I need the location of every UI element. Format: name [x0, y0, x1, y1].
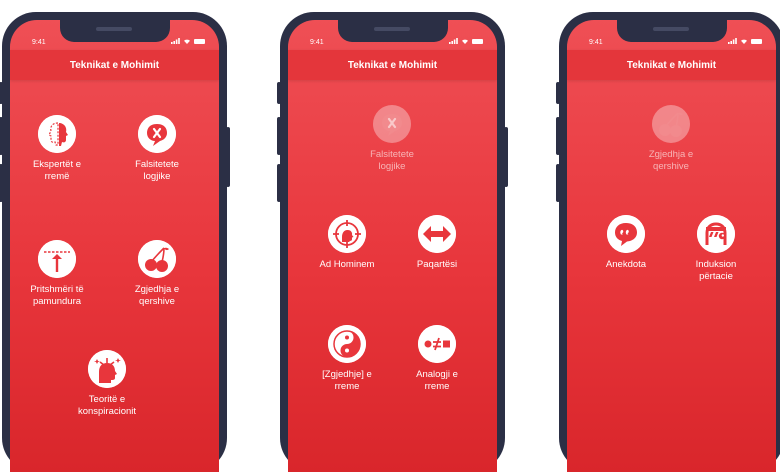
- status-time: 9:41: [310, 39, 324, 46]
- menu-item-label: [Zgjedhje] e: [322, 369, 372, 380]
- screen-cherry-picking: 9:41 Teknikat e Mohimit Zgjedhja e qershi…: [567, 20, 776, 472]
- menu-item-label: Paqartësi: [416, 259, 458, 270]
- menu-item-label: përtacie: [699, 271, 733, 282]
- status-icons: [449, 38, 483, 44]
- menu-item-slothful-induction[interactable]: Induksion përtacie: [676, 215, 756, 283]
- false-analogy-icon: [418, 325, 456, 363]
- status-icons: [171, 38, 205, 44]
- ambiguity-icon: [418, 215, 456, 253]
- wifi-icon: [462, 39, 468, 44]
- notch: [59, 20, 170, 42]
- menu-item-conspiracy-theories[interactable]: Teoritë e konspiracionit: [67, 350, 147, 418]
- cherry-picking-icon: [138, 240, 176, 278]
- header-title: Teknikat e Mohimit: [288, 50, 497, 80]
- slothful-induction-icon: [697, 215, 735, 253]
- signal-icon: [171, 38, 180, 44]
- menu-item-label: konspiracionit: [77, 406, 137, 417]
- menu-item-ambiguity[interactable]: Paqartësi: [397, 215, 477, 271]
- header-title: Teknikat e Mohimit: [567, 50, 776, 80]
- menu-item-label: Zgjedhja e: [648, 149, 694, 160]
- ad-hominem-icon: [328, 215, 366, 253]
- menu-item-cherry-picking[interactable]: Zgjedhja e qershive: [117, 240, 197, 308]
- battery-icon: [194, 38, 205, 44]
- screen-main-menu: 9:41 Teknikat e Mohimit Ekspertët e rremë: [10, 20, 219, 472]
- signal-icon: [449, 38, 458, 44]
- menu-item-label: Induksion: [695, 259, 737, 270]
- screen-logical-fallacies: 9:41 Teknikat e Mohimit Falsitetete logji…: [288, 20, 497, 472]
- menu-item-false-choice[interactable]: [Zgjedhje] e rreme: [307, 325, 387, 393]
- menu-item-label: Ad Hominem: [319, 259, 375, 270]
- menu-item-label: Analogji e: [416, 369, 458, 380]
- menu-item-fake-experts[interactable]: Ekspertët e rremë: [17, 115, 97, 183]
- phone-frame-2: 9:41 Teknikat e Mohimit Falsitetete logji…: [277, 12, 508, 472]
- yin-yang-icon: [328, 325, 366, 363]
- phone-frame-3: 9:41 Teknikat e Mohimit Zgjedhja e qershi…: [556, 12, 780, 472]
- menu-item-impossible-expectations[interactable]: Pritshmëri të pamundura: [17, 240, 97, 308]
- menu-item-label: rremë: [44, 171, 70, 182]
- menu-item-label: qershive: [139, 296, 175, 307]
- menu-item-label: Falsitetete: [370, 149, 414, 160]
- notch: [616, 20, 727, 42]
- impossible-expectations-icon: [38, 240, 76, 278]
- menu-item-label: Pritshmëri të: [30, 284, 84, 295]
- menu-item-label: Ekspertët e: [32, 159, 82, 170]
- header-title: Teknikat e Mohimit: [10, 50, 219, 80]
- selected-category-logical-fallacies[interactable]: Falsitetete logjike: [352, 105, 432, 173]
- status-time: 9:41: [32, 39, 46, 46]
- selected-category-cherry-picking[interactable]: Zgjedhja e qershive: [631, 105, 711, 173]
- logical-fallacy-icon: [373, 105, 411, 143]
- menu-item-label: Falsitetete: [135, 159, 179, 170]
- menu-item-label: Zgjedhja e: [134, 284, 180, 295]
- menu-item-anecdote[interactable]: Anekdota: [586, 215, 666, 271]
- menu-item-label: pamundura: [32, 296, 82, 307]
- menu-item-label: qershive: [653, 161, 689, 172]
- wifi-icon: [184, 39, 190, 44]
- menu-item-ad-hominem[interactable]: Ad Hominem: [307, 215, 387, 271]
- menu-item-label: logjike: [378, 161, 406, 172]
- fake-experts-icon: [38, 115, 76, 153]
- phone-frame-1: 9:41 Teknikat e Mohimit Ekspertët e rremë: [0, 12, 230, 472]
- menu-item-label: Anekdota: [605, 259, 647, 270]
- menu-item-label: Teoritë e: [88, 394, 126, 405]
- menu-item-label: rreme: [424, 381, 450, 392]
- battery-icon: [472, 38, 483, 44]
- anecdote-icon: [607, 215, 645, 253]
- notch: [337, 20, 448, 42]
- cherry-picking-icon: [652, 105, 690, 143]
- conspiracy-icon: [88, 350, 126, 388]
- menu-item-label: rreme: [334, 381, 360, 392]
- menu-item-label: logjike: [143, 171, 171, 182]
- signal-icon: [728, 38, 737, 44]
- logical-fallacy-icon: [138, 115, 176, 153]
- status-icons: [728, 38, 762, 44]
- status-time: 9:41: [589, 39, 603, 46]
- menu-item-false-analogy[interactable]: Analogji e rreme: [397, 325, 477, 393]
- wifi-icon: [741, 39, 747, 44]
- menu-item-logical-fallacies[interactable]: Falsitetete logjike: [117, 115, 197, 183]
- battery-icon: [751, 38, 762, 44]
